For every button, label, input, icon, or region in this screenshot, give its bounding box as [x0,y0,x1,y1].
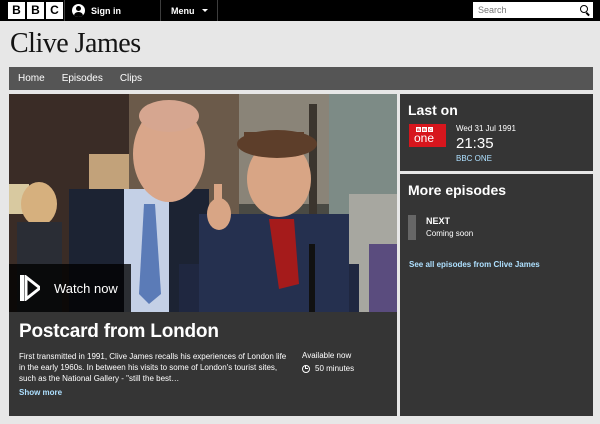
duration-label: 50 minutes [315,364,355,373]
episode-title[interactable]: Postcard from London [19,321,219,343]
last-on-panel: Last on B B C one Wed 31 Jul 1991 21:35 … [400,94,593,171]
next-episode-label: NEXT [426,216,451,226]
more-episodes-panel: More episodes NEXT Coming soon See all e… [400,174,593,416]
bbc-one-logo[interactable]: B B C one [409,124,446,147]
divider [160,0,161,21]
last-on-heading: Last on [408,102,458,118]
search-icon[interactable] [580,5,588,13]
bbc-logo[interactable]: B B C [8,2,63,19]
bbc-logo-letter: B [27,2,44,19]
search-input[interactable] [478,5,576,15]
search-box [473,2,593,18]
nav-item-clips[interactable]: Clips [120,73,142,84]
next-episode-status: Coming soon [426,229,474,238]
featured-episode: Watch now Postcard from London First tra… [9,94,397,416]
bbc-one-logo-word: one [414,131,435,145]
next-episode-marker [408,215,416,240]
channel-link[interactable]: BBC ONE [456,154,492,163]
episode-description: First transmitted in 1991, Clive James r… [19,352,287,383]
user-icon [72,4,85,17]
watch-now-label: Watch now [54,280,118,296]
broadcast-date: Wed 31 Jul 1991 [456,124,516,133]
show-more-link[interactable]: Show more [19,388,62,397]
top-bar: B B C Sign in Menu [0,0,600,21]
more-episodes-heading: More episodes [408,182,507,198]
availability-text: Available now [302,351,352,360]
menu-label: Menu [171,5,195,16]
bbc-logo-letter: B [8,2,25,19]
page-title[interactable]: Clive James [10,28,141,60]
sign-in-button[interactable]: Sign in [72,3,121,18]
nav-item-home[interactable]: Home [18,73,45,84]
nav-item-episodes[interactable]: Episodes [62,73,103,84]
programme-nav: Home Episodes Clips [9,67,593,90]
clock-icon [302,364,310,373]
duration: 50 minutes [302,364,354,373]
sign-in-label: Sign in [91,5,121,16]
see-all-episodes-link[interactable]: See all episodes from Clive James [409,260,540,269]
chevron-down-icon [201,9,208,12]
menu-button[interactable]: Menu [171,3,208,18]
divider [64,0,65,21]
watch-now-button[interactable]: Watch now [9,264,131,312]
broadcast-time: 21:35 [456,135,494,152]
play-icon [20,275,40,301]
bbc-logo-letter: C [46,2,63,19]
divider [217,0,218,21]
